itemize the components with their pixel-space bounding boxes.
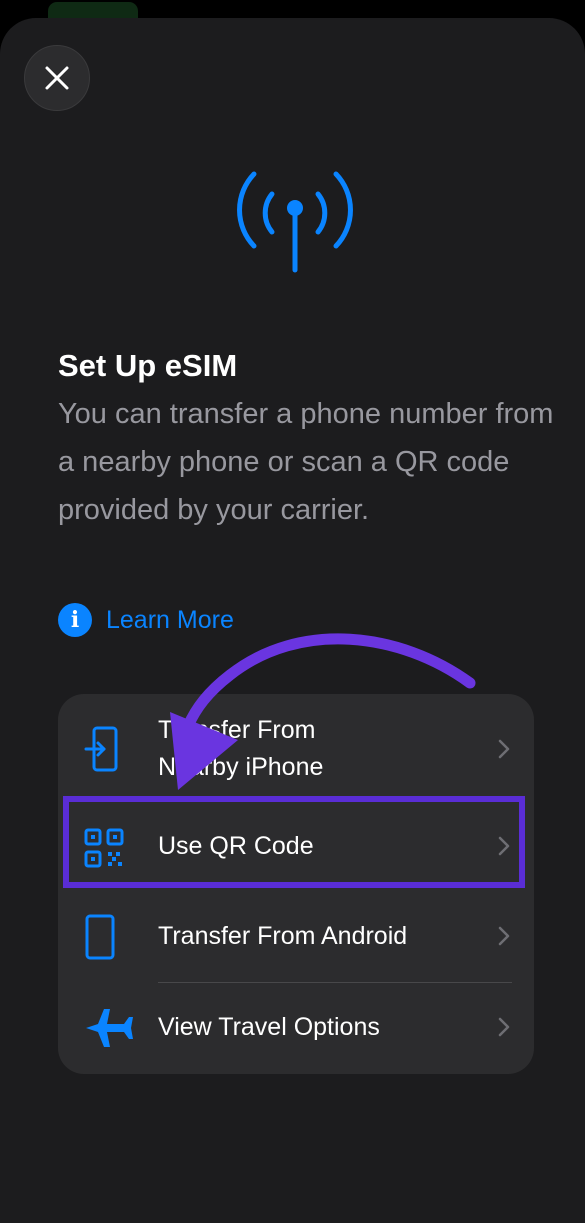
chevron-right-icon (498, 926, 510, 946)
antenna-signal-icon (237, 171, 353, 273)
learn-more-link[interactable]: i Learn More (58, 600, 234, 640)
qr-code-highlight-box (63, 796, 525, 888)
airplane-icon (86, 1009, 133, 1047)
chevron-right-icon (498, 739, 510, 759)
learn-more-label: Learn More (106, 605, 234, 634)
option-label: Transfer From Android (158, 922, 408, 950)
close-button[interactable] (24, 45, 90, 111)
page-description: You can transfer a phone number from a n… (58, 398, 554, 526)
option-transfer-from-nearby-iphone[interactable]: Transfer From Nearby iPhone (58, 694, 534, 796)
page-title: Set Up eSIM (58, 348, 238, 383)
option-label: Transfer From Nearby iPhone (158, 716, 324, 781)
transfer-in-icon (84, 726, 118, 772)
phone-outline-icon (85, 914, 115, 960)
chevron-right-icon (498, 1017, 510, 1037)
option-label: View Travel Options (158, 1013, 380, 1041)
info-icon: i (58, 603, 92, 637)
close-icon (45, 66, 69, 90)
option-view-travel-options[interactable]: View Travel Options (58, 983, 534, 1073)
option-transfer-from-android[interactable]: Transfer From Android (58, 890, 534, 982)
